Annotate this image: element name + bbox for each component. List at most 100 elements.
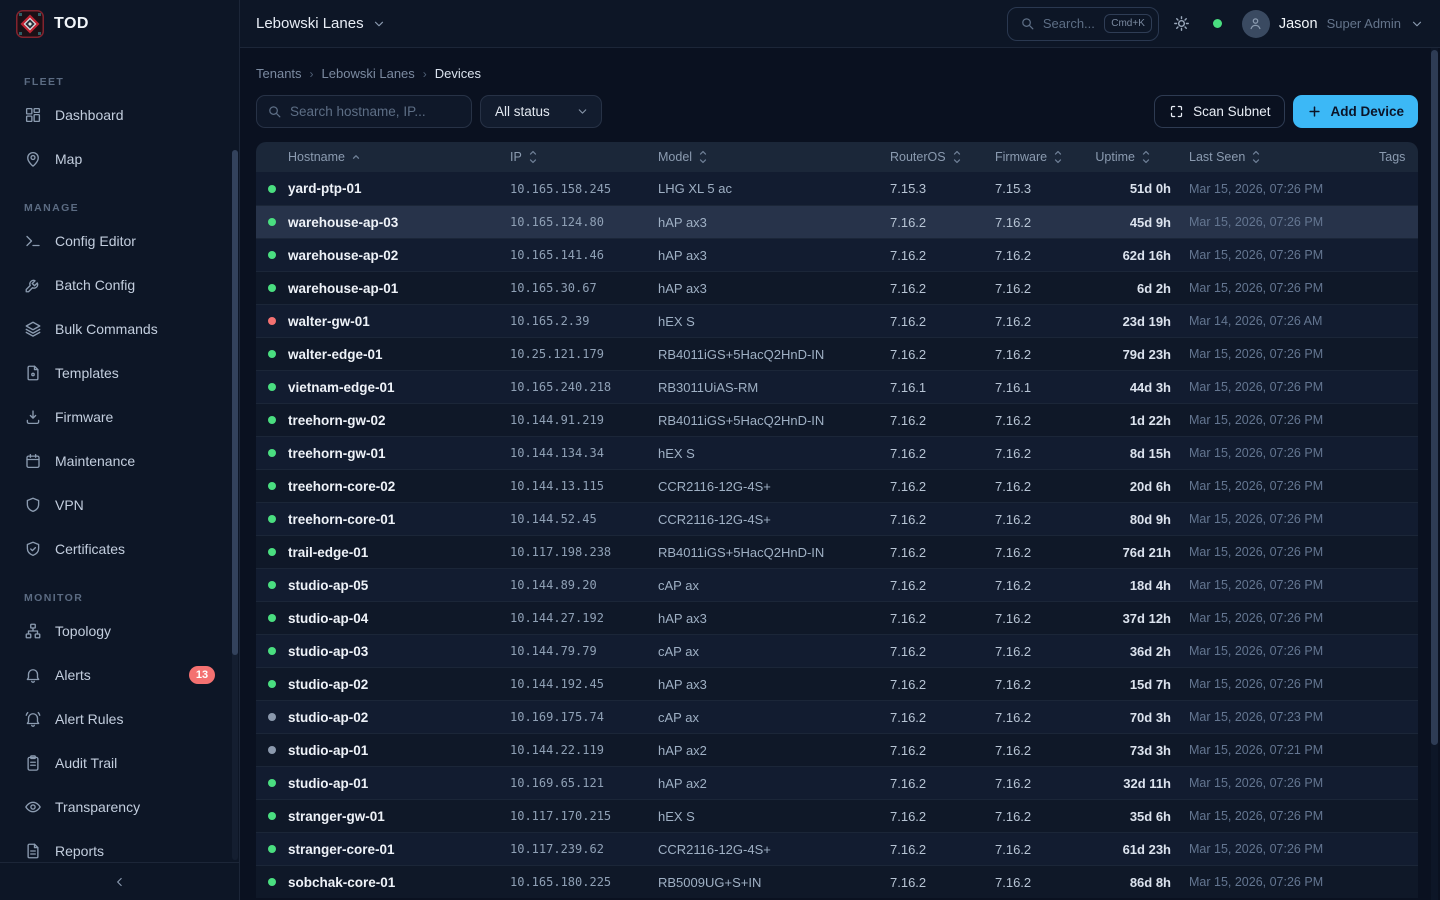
device-row-trail-edge-01[interactable]: trail-edge-0110.117.198.238RB4011iGS+5Ha… (256, 535, 1418, 568)
sidebar-item-topology[interactable]: Topology (12, 612, 227, 650)
firmware-cell: 7.16.2 (995, 215, 1101, 230)
hostname-cell: treehorn-gw-02 (288, 413, 510, 428)
sidebar-item-dashboard[interactable]: Dashboard (12, 96, 227, 134)
last-seen-cell: Mar 15, 2026, 07:26 PM (1171, 842, 1379, 856)
column-header-routeros[interactable]: RouterOS (890, 149, 995, 165)
sidebar-item-map[interactable]: Map (12, 140, 227, 178)
column-header-last_seen[interactable]: Last Seen (1171, 149, 1379, 165)
device-row-studio-ap-02[interactable]: studio-ap-0210.169.175.74cAP ax7.16.27.1… (256, 700, 1418, 733)
model-cell: hAP ax3 (658, 281, 890, 296)
sidebar-item-alerts[interactable]: Alerts13 (12, 656, 227, 694)
hostname-cell: studio-ap-03 (288, 644, 510, 659)
device-row-warehouse-ap-02[interactable]: warehouse-ap-0210.165.141.46hAP ax37.16.… (256, 238, 1418, 271)
theme-toggle-button[interactable] (1167, 9, 1197, 39)
device-row-treehorn-core-01[interactable]: treehorn-core-0110.144.52.45CCR2116-12G-… (256, 502, 1418, 535)
connection-status-dot (1213, 19, 1222, 28)
sidebar-item-label: Transparency (55, 799, 140, 815)
device-row-treehorn-gw-01[interactable]: treehorn-gw-0110.144.134.34hEX S7.16.27.… (256, 436, 1418, 469)
sidebar-item-maintenance[interactable]: Maintenance (12, 442, 227, 480)
sidebar-item-batch-config[interactable]: Batch Config (12, 266, 227, 304)
topology-icon (24, 622, 42, 640)
column-header-model[interactable]: Model (658, 149, 890, 165)
last-seen-cell: Mar 15, 2026, 07:26 PM (1171, 413, 1379, 427)
breadcrumb-item-lebowski-lanes[interactable]: Lebowski Lanes (322, 66, 415, 81)
sidebar-item-templates[interactable]: Templates (12, 354, 227, 392)
status-dot-stale (268, 713, 276, 721)
sidebar-item-alert-rules[interactable]: Alert Rules (12, 700, 227, 738)
firmware-cell: 7.16.2 (995, 677, 1101, 692)
scan-subnet-button[interactable]: Scan Subnet (1154, 95, 1285, 128)
device-row-studio-ap-02[interactable]: studio-ap-0210.144.192.45hAP ax37.16.27.… (256, 667, 1418, 700)
column-header-ip[interactable]: IP (510, 149, 658, 165)
device-search-input[interactable] (290, 104, 461, 119)
status-dot-online (268, 251, 276, 259)
table-body: yard-ptp-0110.165.158.245LHG XL 5 ac7.15… (256, 172, 1418, 898)
device-row-walter-gw-01[interactable]: walter-gw-0110.165.2.39hEX S7.16.27.16.2… (256, 304, 1418, 337)
sort-toggle-icon (1141, 149, 1151, 165)
page-scrollbar-thumb[interactable] (1431, 50, 1438, 745)
breadcrumb-item-tenants[interactable]: Tenants (256, 66, 302, 81)
column-label: Uptime (1095, 150, 1135, 164)
sidebar-scrollbar-thumb[interactable] (232, 150, 238, 655)
column-header-tags: Tags (1379, 150, 1418, 164)
device-row-studio-ap-04[interactable]: studio-ap-0410.144.27.192hAP ax37.16.27.… (256, 601, 1418, 634)
user-menu[interactable]: Jason Super Admin (1242, 10, 1424, 38)
column-label: Tags (1379, 150, 1405, 164)
device-row-vietnam-edge-01[interactable]: vietnam-edge-0110.165.240.218RB3011UiAS-… (256, 370, 1418, 403)
firmware-cell: 7.16.2 (995, 611, 1101, 626)
uptime-cell: 15d 7h (1101, 677, 1171, 692)
device-row-warehouse-ap-01[interactable]: warehouse-ap-0110.165.30.67hAP ax37.16.2… (256, 271, 1418, 304)
firmware-cell: 7.16.2 (995, 545, 1101, 560)
column-header-uptime[interactable]: Uptime (1101, 149, 1171, 165)
device-row-treehorn-gw-02[interactable]: treehorn-gw-0210.144.91.219RB4011iGS+5Ha… (256, 403, 1418, 436)
sidebar-item-transparency[interactable]: Transparency (12, 788, 227, 826)
model-cell: hAP ax3 (658, 215, 890, 230)
layers-icon (24, 320, 42, 338)
device-row-yard-ptp-01[interactable]: yard-ptp-0110.165.158.245LHG XL 5 ac7.15… (256, 172, 1418, 205)
device-row-studio-ap-01[interactable]: studio-ap-0110.144.22.119hAP ax27.16.27.… (256, 733, 1418, 766)
sidebar-collapse-button[interactable] (0, 862, 239, 900)
user-name: Jason (1279, 16, 1318, 32)
sidebar-item-firmware[interactable]: Firmware (12, 398, 227, 436)
sidebar-item-label: Reports (55, 843, 104, 859)
device-row-studio-ap-03[interactable]: studio-ap-0310.144.79.79cAP ax7.16.27.16… (256, 634, 1418, 667)
global-search[interactable]: Search... Cmd+K (1007, 7, 1159, 41)
ip-cell: 10.144.192.45 (510, 677, 658, 691)
device-row-stranger-core-01[interactable]: stranger-core-0110.117.239.62CCR2116-12G… (256, 832, 1418, 865)
search-icon (1020, 16, 1035, 31)
device-row-stranger-gw-01[interactable]: stranger-gw-0110.117.170.215hEX S7.16.27… (256, 799, 1418, 832)
device-row-studio-ap-01[interactable]: studio-ap-0110.169.65.121hAP ax27.16.27.… (256, 766, 1418, 799)
ip-cell: 10.144.27.192 (510, 611, 658, 625)
status-dot-online (268, 383, 276, 391)
calendar-icon (24, 452, 42, 470)
ip-cell: 10.165.30.67 (510, 281, 658, 295)
sidebar-item-bulk-commands[interactable]: Bulk Commands (12, 310, 227, 348)
firmware-cell: 7.16.2 (995, 809, 1101, 824)
model-cell: hAP ax3 (658, 677, 890, 692)
uptime-cell: 18d 4h (1101, 578, 1171, 593)
add-device-button[interactable]: Add Device (1293, 95, 1418, 128)
file-code-icon (24, 364, 42, 382)
model-cell: hEX S (658, 314, 890, 329)
column-header-firmware[interactable]: Firmware (995, 149, 1101, 165)
device-row-warehouse-ap-03[interactable]: warehouse-ap-0310.165.124.80hAP ax37.16.… (256, 205, 1418, 238)
sidebar-item-audit-trail[interactable]: Audit Trail (12, 744, 227, 782)
uptime-cell: 61d 23h (1101, 842, 1171, 857)
app-name: TOD (54, 15, 89, 33)
column-header-hostname[interactable]: Hostname (288, 150, 510, 164)
sidebar-item-label: Dashboard (55, 107, 124, 123)
device-search[interactable] (256, 95, 472, 128)
device-row-walter-edge-01[interactable]: walter-edge-0110.25.121.179RB4011iGS+5Ha… (256, 337, 1418, 370)
status-dot-offline (268, 317, 276, 325)
sidebar-item-label: Map (55, 151, 82, 167)
hostname-cell: studio-ap-02 (288, 710, 510, 725)
firmware-cell: 7.16.2 (995, 314, 1101, 329)
device-row-studio-ap-05[interactable]: studio-ap-0510.144.89.20cAP ax7.16.27.16… (256, 568, 1418, 601)
device-row-sobchak-core-01[interactable]: sobchak-core-0110.165.180.225RB5009UG+S+… (256, 865, 1418, 898)
tenant-selector[interactable]: Lebowski Lanes (256, 15, 386, 32)
sidebar-item-certificates[interactable]: Certificates (12, 530, 227, 568)
sidebar-item-config-editor[interactable]: Config Editor (12, 222, 227, 260)
sidebar-item-vpn[interactable]: VPN (12, 486, 227, 524)
status-filter-select[interactable]: All status (480, 95, 602, 128)
device-row-treehorn-core-02[interactable]: treehorn-core-0210.144.13.115CCR2116-12G… (256, 469, 1418, 502)
